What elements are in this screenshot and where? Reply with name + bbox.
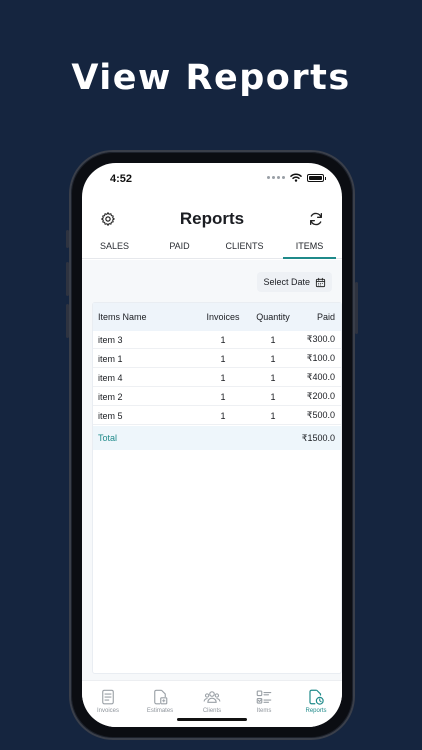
table-header-row: Items Name Invoices Quantity Paid	[93, 303, 341, 331]
nav-label: Reports	[305, 708, 327, 714]
nav-reports[interactable]: Reports	[290, 681, 342, 727]
column-header-items-name: Items Name	[98, 312, 147, 322]
item-name-cell: item 3	[98, 334, 123, 345]
report-tabs: SALES PAID CLIENTS ITEMS	[82, 237, 342, 259]
quantity-cell: 1	[270, 334, 276, 345]
cellular-icon	[267, 176, 285, 179]
reports-icon	[309, 689, 324, 705]
total-label: Total	[98, 433, 118, 443]
item-name-cell: item 1	[98, 353, 123, 364]
quantity-cell: 1	[270, 372, 276, 383]
invoices-cell: 1	[220, 410, 226, 421]
clients-icon	[203, 691, 221, 703]
item-name-cell: item 4	[98, 372, 123, 383]
quantity-cell: 1	[270, 391, 276, 402]
tab-sales[interactable]: SALES	[82, 237, 147, 258]
tab-paid[interactable]: PAID	[147, 237, 212, 258]
invoices-cell: 1	[220, 353, 226, 364]
table-row[interactable]: item 5 1 1 ₹500.0	[93, 407, 341, 425]
column-header-invoices: Invoices	[206, 312, 240, 322]
item-name-cell: item 2	[98, 391, 123, 402]
items-report-table: Items Name Invoices Quantity Paid item 3…	[92, 302, 342, 674]
report-content: Select Date Items Name Invoices Quantity…	[82, 260, 342, 680]
nav-label: Items	[256, 708, 272, 714]
app-screen: 4:52 Reports SALES PAID CLIENTS ITEMS Se…	[82, 163, 342, 727]
paid-cell: ₹400.0	[306, 372, 335, 382]
status-bar: 4:52	[82, 163, 342, 197]
volume-up-button	[66, 262, 69, 296]
table-row[interactable]: item 2 1 1 ₹200.0	[93, 388, 341, 406]
items-icon	[256, 690, 272, 704]
table-row[interactable]: item 4 1 1 ₹400.0	[93, 369, 341, 387]
volume-down-button	[66, 304, 69, 338]
quantity-cell: 1	[270, 410, 276, 421]
table-row[interactable]: item 3 1 1 ₹300.0	[93, 331, 341, 349]
status-time: 4:52	[110, 173, 133, 185]
status-icons	[267, 173, 326, 182]
select-date-label: Select Date	[263, 277, 310, 287]
nav-label: Clients	[202, 708, 222, 714]
invoice-icon	[102, 689, 114, 705]
calendar-icon	[315, 277, 326, 287]
bottom-navigation: Invoices Estimates Clients Items Reports	[82, 680, 342, 727]
nav-invoices[interactable]: Invoices	[82, 681, 134, 727]
paid-cell: ₹300.0	[306, 334, 335, 344]
column-header-paid: Paid	[316, 312, 335, 322]
paid-cell: ₹100.0	[306, 353, 335, 363]
item-name-cell: item 5	[98, 410, 123, 421]
table-total-row: Total ₹1500.0	[93, 426, 341, 450]
column-header-quantity: Quantity	[256, 312, 290, 322]
battery-icon	[307, 173, 326, 182]
mute-switch	[66, 230, 69, 248]
home-indicator	[177, 718, 247, 721]
nav-label: Invoices	[96, 708, 119, 714]
quantity-cell: 1	[270, 353, 276, 364]
tab-items[interactable]: ITEMS	[277, 237, 342, 259]
promo-headline: View Reports	[71, 58, 351, 98]
table-row[interactable]: item 1 1 1 ₹100.0	[93, 350, 341, 368]
invoices-cell: 1	[220, 391, 226, 402]
invoices-cell: 1	[220, 334, 226, 345]
tab-clients[interactable]: CLIENTS	[212, 237, 277, 258]
app-header: Reports	[82, 203, 342, 235]
nav-label: Estimates	[146, 708, 174, 714]
refresh-icon[interactable]	[308, 211, 324, 227]
wifi-icon	[290, 173, 302, 182]
total-paid-value: ₹1500.0	[301, 432, 335, 443]
invoices-cell: 1	[220, 372, 226, 383]
select-date-button[interactable]: Select Date	[257, 272, 332, 292]
estimate-icon	[154, 689, 168, 705]
paid-cell: ₹200.0	[306, 391, 335, 401]
page-title: Reports	[179, 209, 245, 228]
paid-cell: ₹500.0	[306, 410, 335, 420]
power-button	[355, 282, 358, 334]
phone-frame: 4:52 Reports SALES PAID CLIENTS ITEMS Se…	[66, 150, 358, 740]
